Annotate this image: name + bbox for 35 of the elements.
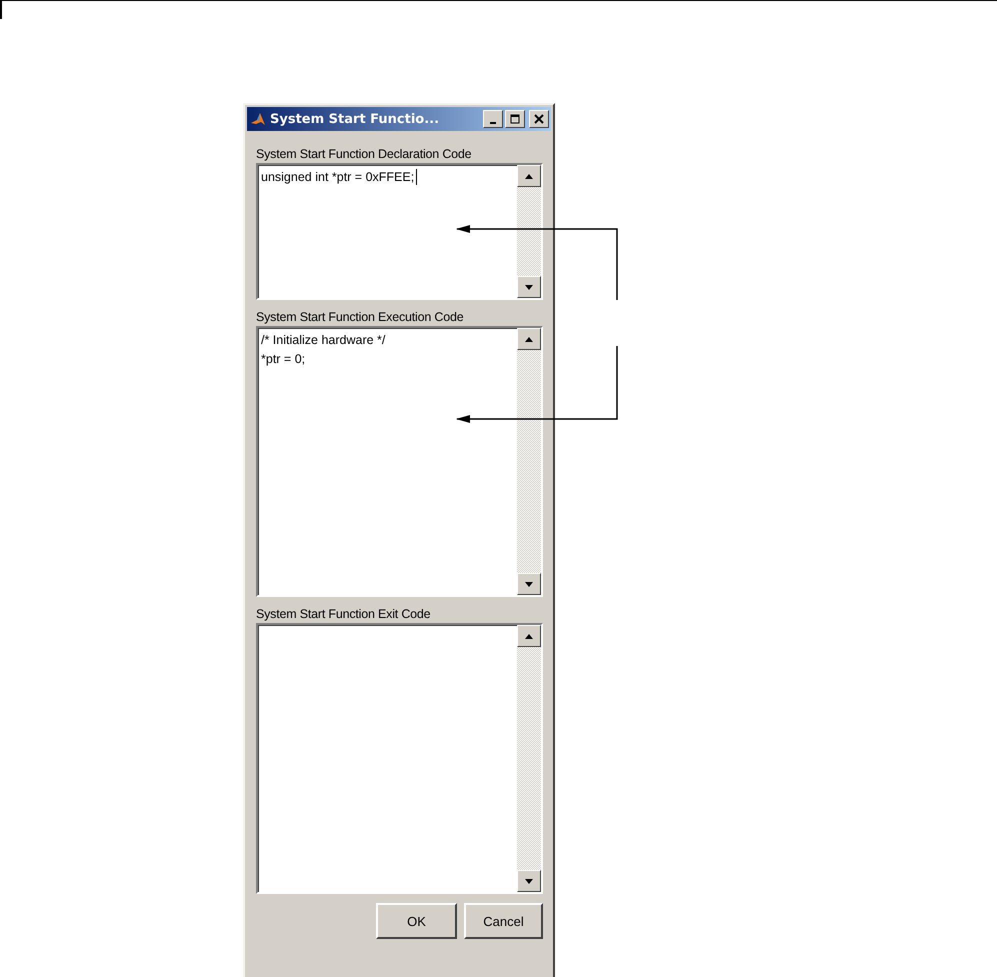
up-triangle-icon bbox=[525, 174, 533, 178]
code-text-area[interactable] bbox=[256, 623, 543, 894]
field-label: System Start Function Execution Code bbox=[256, 310, 464, 324]
up-triangle-icon bbox=[525, 336, 533, 342]
maximize-button[interactable] bbox=[505, 110, 525, 128]
scroll-down-button[interactable] bbox=[517, 573, 541, 595]
scroll-down-button[interactable] bbox=[517, 870, 541, 892]
close-button[interactable] bbox=[529, 110, 549, 128]
down-triangle-icon bbox=[525, 284, 533, 290]
down-triangle-icon bbox=[525, 878, 533, 884]
scrollbar[interactable] bbox=[517, 165, 541, 298]
scroll-up-button[interactable] bbox=[517, 625, 541, 647]
dialog-button[interactable]: Cancel bbox=[464, 903, 543, 939]
scroll-down-button[interactable] bbox=[517, 276, 541, 298]
scrollbar[interactable] bbox=[517, 328, 541, 595]
maximize-icon bbox=[509, 114, 521, 124]
minimize-icon bbox=[490, 122, 496, 124]
field-label: System Start Function Exit Code bbox=[256, 607, 432, 621]
code-text-area[interactable]: unsigned int *ptr = 0xFFEE; bbox=[256, 163, 543, 300]
up-triangle-icon bbox=[525, 634, 533, 638]
scroll-up-button[interactable] bbox=[517, 165, 541, 187]
close-icon bbox=[533, 114, 545, 124]
peak-logo-icon bbox=[250, 111, 266, 127]
window-title: System Start Functio... bbox=[270, 112, 440, 126]
scrollbar[interactable] bbox=[517, 625, 541, 892]
code-line: unsigned int *ptr = 0xFFEE; bbox=[261, 170, 414, 184]
down-triangle-icon bbox=[525, 582, 533, 586]
code-line: *ptr = 0; bbox=[261, 352, 306, 366]
code-text-area[interactable]: /* Initialize hardware */ *ptr = 0; bbox=[256, 326, 543, 597]
scroll-up-button[interactable] bbox=[517, 328, 541, 350]
field-label: System Start Function Declaration Code bbox=[256, 147, 472, 161]
text-cursor bbox=[416, 168, 418, 184]
minimize-button[interactable] bbox=[483, 110, 503, 128]
dialog-button[interactable]: OK bbox=[376, 903, 457, 939]
code-line: /* Initialize hardware */ bbox=[261, 332, 386, 346]
